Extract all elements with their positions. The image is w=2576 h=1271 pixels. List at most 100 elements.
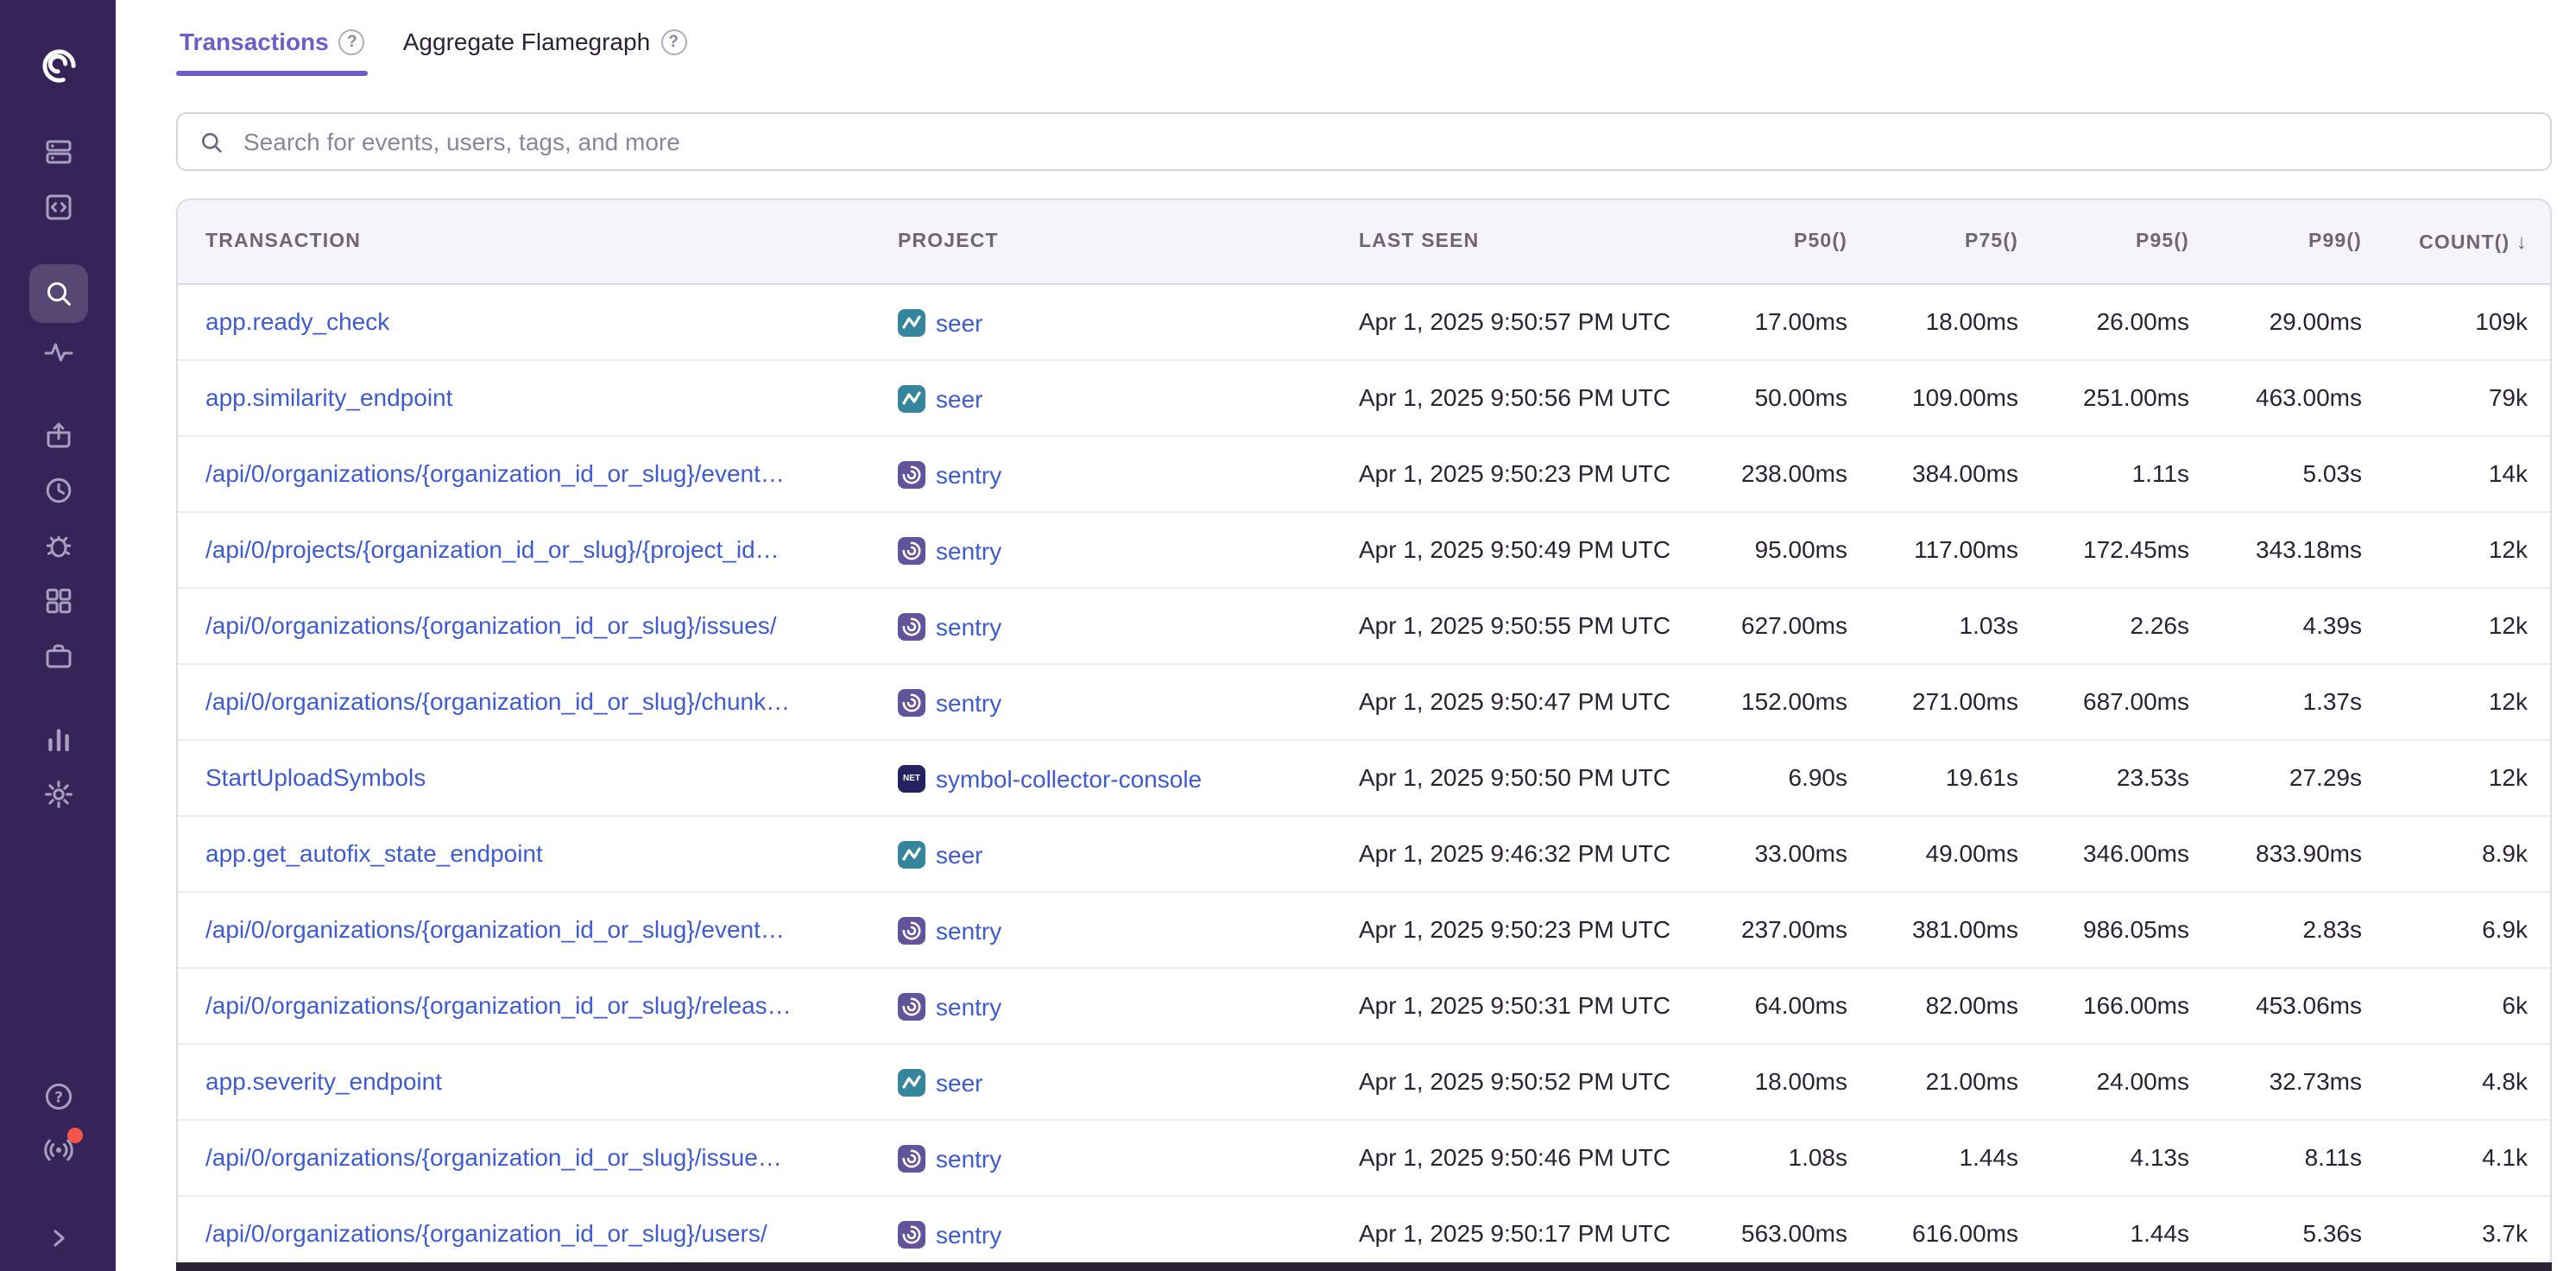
sidebar-item-search[interactable] — [28, 264, 87, 323]
sidebar-item-performance[interactable] — [28, 326, 87, 378]
project-icon — [898, 992, 925, 1020]
project-link[interactable]: symbol-collector-console — [936, 764, 1202, 792]
project-link[interactable]: sentry — [936, 992, 1001, 1020]
project-cell: seer — [884, 359, 1348, 435]
count-cell: 8.9k — [2362, 815, 2552, 891]
p99-cell: 343.18ms — [2189, 511, 2362, 587]
transaction-link[interactable]: app.severity_endpoint — [205, 1067, 442, 1095]
transactions-table-panel: TRANSACTION PROJECT LAST SEEN P50() P75(… — [176, 199, 2552, 1271]
clock-icon — [42, 475, 73, 506]
table-row: app.get_autofix_state_endpoint seer Apr … — [178, 815, 2552, 891]
project-link[interactable]: seer — [936, 840, 982, 868]
p75-cell: 1.44s — [1847, 1119, 2018, 1195]
project-cell: seer — [884, 283, 1348, 359]
project-link[interactable]: sentry — [936, 688, 1001, 716]
transaction-link[interactable]: /api/0/organizations/{organization_id_or… — [205, 611, 777, 639]
sidebar-item-settings[interactable] — [28, 768, 87, 820]
transaction-link[interactable]: /api/0/organizations/{organization_id_or… — [205, 687, 790, 715]
count-cell: 109k — [2362, 283, 2552, 359]
p50-cell: 238.00ms — [1697, 435, 1847, 511]
transaction-link[interactable]: /api/0/organizations/{organization_id_or… — [205, 1219, 767, 1247]
sidebar-item-crons[interactable] — [28, 520, 87, 572]
project-link[interactable]: sentry — [936, 1144, 1001, 1172]
column-header-transaction[interactable]: TRANSACTION — [178, 200, 884, 283]
sidebar-item-stats[interactable] — [28, 713, 87, 765]
last-seen-cell: Apr 1, 2025 9:50:47 PM UTC — [1348, 663, 1697, 739]
last-seen-cell: Apr 1, 2025 9:50:50 PM UTC — [1348, 739, 1697, 815]
count-cell: 4.8k — [2362, 1043, 2552, 1119]
p75-cell: 18.00ms — [1847, 283, 2018, 359]
transaction-link[interactable]: app.ready_check — [205, 307, 389, 335]
column-header-p99[interactable]: P99() — [2189, 200, 2362, 283]
transaction-link[interactable]: /api/0/projects/{organization_id_or_slug… — [205, 535, 780, 563]
last-seen-cell: Apr 1, 2025 9:50:23 PM UTC — [1348, 891, 1697, 967]
transaction-link[interactable]: app.get_autofix_state_endpoint — [205, 839, 543, 867]
project-cell: sentry — [884, 891, 1348, 967]
sidebar-item-issues[interactable] — [28, 126, 87, 178]
tab-transactions-label: Transactions — [180, 28, 329, 55]
sidebar-item-dashboards[interactable] — [28, 575, 87, 627]
sentry-logo-icon[interactable] — [28, 35, 87, 93]
project-cell: sentry — [884, 587, 1348, 663]
count-cell: 79k — [2362, 359, 2552, 435]
transaction-cell: /api/0/organizations/{organization_id_or… — [178, 891, 884, 967]
chevron-right-icon — [42, 1223, 73, 1254]
project-link[interactable]: seer — [936, 1068, 982, 1096]
project-cell: sentry — [884, 1119, 1348, 1195]
help-circle-icon[interactable]: ? — [339, 28, 365, 54]
p95-cell: 687.00ms — [2018, 663, 2189, 739]
column-header-p75[interactable]: P75() — [1847, 200, 2018, 283]
p99-cell: 833.90ms — [2189, 815, 2362, 891]
transaction-link[interactable]: /api/0/organizations/{organization_id_or… — [205, 459, 785, 487]
project-link[interactable]: seer — [936, 308, 982, 336]
last-seen-cell: Apr 1, 2025 9:50:17 PM UTC — [1348, 1195, 1697, 1271]
tab-transactions[interactable]: Transactions ? — [176, 24, 369, 76]
column-header-count-label: COUNT() — [2419, 233, 2510, 254]
sidebar-item-help[interactable]: ? — [28, 1074, 87, 1119]
tab-aggregate-flamegraph[interactable]: Aggregate Flamegraph ? — [400, 24, 690, 76]
p99-cell: 5.36s — [2189, 1195, 2362, 1271]
transaction-link[interactable]: /api/0/organizations/{organization_id_or… — [205, 1143, 782, 1171]
p99-cell: 5.03s — [2189, 435, 2362, 511]
project-link[interactable]: sentry — [936, 1220, 1001, 1248]
project-link[interactable]: seer — [936, 384, 982, 412]
search-bar[interactable] — [176, 112, 2552, 171]
column-header-p95[interactable]: P95() — [2018, 200, 2189, 283]
sidebar-item-releases[interactable] — [28, 409, 87, 461]
project-link[interactable]: sentry — [936, 460, 1001, 488]
p50-cell: 18.00ms — [1697, 1043, 1847, 1119]
transaction-link[interactable]: app.similarity_endpoint — [205, 383, 452, 411]
sidebar-item-projects[interactable] — [28, 630, 87, 682]
help-circle-icon[interactable]: ? — [660, 28, 686, 54]
transaction-link[interactable]: StartUploadSymbols — [205, 763, 426, 791]
sidebar-footer: ? — [28, 1071, 87, 1271]
sidebar-collapse[interactable] — [28, 1216, 87, 1261]
column-header-p50[interactable]: P50() — [1697, 200, 1847, 283]
p50-cell: 563.00ms — [1697, 1195, 1847, 1271]
column-header-count[interactable]: COUNT() ↓ — [2362, 200, 2552, 283]
count-cell: 12k — [2362, 587, 2552, 663]
transaction-link[interactable]: /api/0/organizations/{organization_id_or… — [205, 991, 792, 1019]
last-seen-cell: Apr 1, 2025 9:46:32 PM UTC — [1348, 815, 1697, 891]
search-input[interactable] — [240, 126, 2529, 157]
project-link[interactable]: sentry — [936, 916, 1001, 944]
p75-cell: 384.00ms — [1847, 435, 2018, 511]
gear-icon — [42, 779, 73, 810]
grid-icon — [42, 585, 73, 617]
column-header-project[interactable]: PROJECT — [884, 200, 1348, 283]
project-link[interactable]: sentry — [936, 536, 1001, 564]
p50-cell: 64.00ms — [1697, 967, 1847, 1043]
count-cell: 4.1k — [2362, 1119, 2552, 1195]
transaction-link[interactable]: /api/0/organizations/{organization_id_or… — [205, 915, 785, 943]
sidebar-item-replays[interactable] — [28, 465, 87, 516]
column-header-last-seen[interactable]: LAST SEEN — [1348, 200, 1697, 283]
last-seen-cell: Apr 1, 2025 9:50:49 PM UTC — [1348, 511, 1697, 587]
count-cell: 12k — [2362, 663, 2552, 739]
sidebar-item-explore[interactable] — [28, 181, 87, 233]
project-link[interactable]: sentry — [936, 612, 1001, 640]
project-icon — [898, 384, 925, 412]
sidebar-item-whats-new[interactable] — [28, 1126, 87, 1171]
p75-cell: 381.00ms — [1847, 891, 2018, 967]
project-cell: sentry — [884, 663, 1348, 739]
p50-cell: 627.00ms — [1697, 587, 1847, 663]
